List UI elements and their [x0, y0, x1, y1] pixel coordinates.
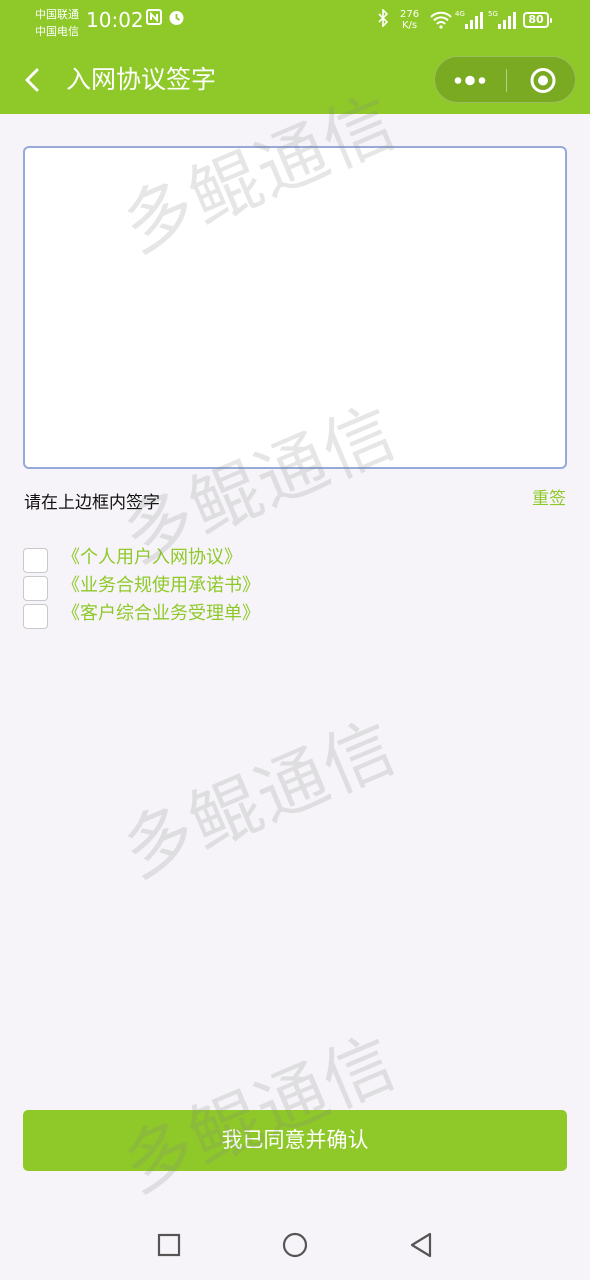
signal-5g: 5G — [488, 10, 518, 35]
signature-pad[interactable] — [23, 146, 567, 469]
signal-5g-label: 5G — [488, 10, 498, 18]
confirm-button[interactable]: 我已同意并确认 — [23, 1110, 567, 1171]
home-button[interactable] — [280, 1230, 310, 1260]
watermark: 多鲲通信 — [111, 705, 409, 894]
net-speed: 276 K/s — [400, 9, 419, 31]
carrier-info: 中国联通 中国电信 — [35, 6, 79, 40]
mini-program-capsule — [434, 56, 576, 103]
alarm-icon — [168, 9, 185, 30]
agreement-checkbox[interactable] — [23, 576, 48, 601]
nfc-icon — [146, 9, 162, 29]
signature-hint: 请在上边框内签字 — [24, 493, 160, 513]
square-icon — [157, 1233, 181, 1257]
page-title: 入网协议签字 — [66, 65, 217, 94]
signal-4g: 4G — [455, 10, 485, 35]
net-speed-value: 276 — [400, 9, 420, 20]
more-button[interactable] — [435, 57, 506, 104]
circle-icon — [282, 1232, 308, 1258]
agreement-checkbox[interactable] — [23, 604, 48, 629]
system-back-button[interactable] — [406, 1230, 436, 1260]
agreement-link[interactable]: 《个人用户入网协议》 — [62, 545, 242, 571]
agreement-link[interactable]: 《客户综合业务受理单》 — [62, 601, 260, 627]
battery-indicator: 80 — [523, 12, 552, 28]
close-miniprogram-button[interactable] — [507, 57, 577, 104]
target-close-icon — [530, 68, 556, 93]
status-time: 10:02 — [86, 8, 144, 32]
bluetooth-icon — [377, 8, 389, 31]
carrier-2: 中国电信 — [35, 25, 79, 38]
system-navigation-bar — [0, 1200, 590, 1280]
recent-apps-button[interactable] — [154, 1230, 184, 1260]
wifi-icon — [429, 11, 453, 33]
chevron-left-icon — [25, 68, 39, 92]
more-dots-icon — [454, 75, 486, 86]
top-bar: 中国联通 中国电信 10:02 276 K/s 4G 5G 80 入网协议签字 — [0, 0, 590, 114]
agreement-link[interactable]: 《业务合规使用承诺书》 — [62, 573, 260, 599]
resign-button[interactable]: 重签 — [532, 484, 566, 509]
net-speed-unit: K/s — [401, 20, 418, 31]
signal-4g-label: 4G — [455, 10, 465, 18]
triangle-back-icon — [410, 1232, 432, 1258]
agreement-checkbox[interactable] — [23, 548, 48, 573]
back-button[interactable] — [18, 62, 50, 98]
carrier-1: 中国联通 — [35, 8, 79, 21]
